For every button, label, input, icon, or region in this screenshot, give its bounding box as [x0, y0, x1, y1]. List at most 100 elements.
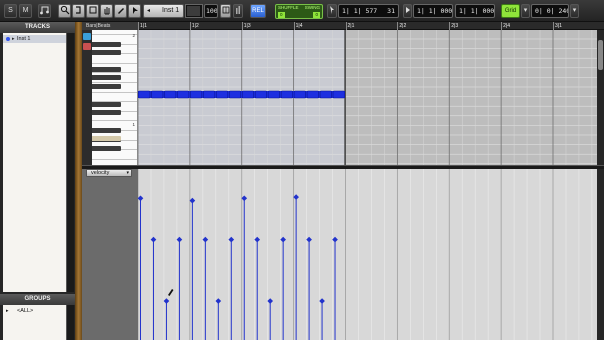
groups-scrollbar[interactable]: [66, 305, 74, 340]
midi-note: [164, 90, 177, 99]
black-key[interactable]: [92, 67, 121, 72]
bars-beats-ruler[interactable]: 1|1 1|2 1|3 1|4 2|1 2|2 2|3 2|4 3|1: [138, 22, 604, 30]
white-key[interactable]: [92, 62, 137, 64]
rel-chip-button[interactable]: REL: [250, 4, 266, 18]
group-expand-icon: ▸: [6, 308, 9, 314]
grabber-tool-button[interactable]: [100, 4, 113, 18]
notes-view-button[interactable]: [38, 4, 51, 18]
shuffle-value: 0: [278, 11, 285, 18]
lane-type-selector[interactable]: velocity: [86, 169, 132, 177]
start-counter[interactable]: 1| 1| 000: [413, 4, 453, 18]
white-key[interactable]: [92, 120, 137, 122]
chevron-down-icon: ▾: [572, 7, 577, 14]
velocity-value[interactable]: 100: [204, 4, 218, 18]
midi-note: [280, 90, 293, 99]
track-arrow-icon: ◂: [147, 8, 151, 14]
mute-button[interactable]: M: [19, 4, 32, 18]
highlighted-key[interactable]: [92, 136, 121, 141]
solo-button[interactable]: S: [4, 4, 17, 18]
velocity-slider[interactable]: [185, 4, 203, 18]
nudge-dropdown-button[interactable]: ▾: [570, 4, 579, 18]
cursor-icon: [330, 6, 334, 14]
grid-mode-button[interactable]: Grid: [501, 4, 520, 18]
velocity-grid-button[interactable]: [220, 4, 231, 18]
black-key[interactable]: [92, 102, 121, 107]
pencil-tool-button[interactable]: [114, 4, 127, 18]
midi-note: [177, 90, 190, 99]
selector-tool-button[interactable]: [86, 4, 99, 18]
note-grid[interactable]: [138, 30, 597, 165]
group-row-all[interactable]: ▸ <ALL>: [3, 307, 66, 315]
midi-note: [332, 90, 345, 99]
tracks-title: TRACKS: [0, 22, 75, 33]
grid-dropdown-button[interactable]: ▾: [521, 4, 530, 18]
selector-icon: [89, 6, 96, 14]
level-icon: [236, 6, 240, 14]
midi-note: [293, 90, 306, 99]
tracks-scrollbar[interactable]: [66, 33, 74, 292]
start-arrow-button[interactable]: [403, 4, 412, 18]
swing-value: 0: [313, 11, 320, 18]
music-note-icon: [40, 6, 49, 15]
note-side-strip: [82, 30, 92, 165]
black-key[interactable]: [92, 84, 121, 89]
groups-title: GROUPS: [0, 294, 75, 305]
ruler-tick: 2|2: [397, 22, 407, 30]
smart-tool-icon: [132, 7, 138, 14]
shuffle-swing-box[interactable]: SHUFFLE SWING 00: [275, 4, 323, 19]
wood-edge: [75, 22, 82, 340]
white-key[interactable]: [92, 34, 137, 35]
nudge-counter[interactable]: 0| 0| 240: [531, 4, 569, 18]
toolbar: S M ◂ Inst 1 100 REL SHUFFLE SWING 0 0 1…: [0, 0, 604, 22]
track-active-dot-icon: [6, 37, 10, 41]
arrow-right-icon: [405, 7, 410, 13]
midi-note: [203, 90, 216, 99]
record-icon[interactable]: [83, 43, 91, 50]
zoom-tool-button[interactable]: [58, 4, 71, 18]
midi-note: [151, 90, 164, 99]
ruler-tick: 1|4: [293, 22, 303, 30]
track-selector[interactable]: ◂ Inst 1: [143, 4, 184, 18]
scroll-thumb[interactable]: [598, 40, 603, 70]
chevron-down-icon: ▾: [523, 7, 528, 14]
velocity-lane[interactable]: [138, 169, 597, 340]
white-key[interactable]: [92, 82, 137, 83]
smart-tool-button[interactable]: [128, 4, 141, 18]
track-row-inst1[interactable]: ▸ Inst 1: [3, 35, 66, 43]
white-key[interactable]: [92, 72, 137, 74]
black-key[interactable]: [92, 110, 121, 115]
note-view-icon[interactable]: [83, 33, 91, 40]
midi-note: [228, 90, 242, 99]
black-key[interactable]: [92, 75, 121, 80]
velocity-lane-scrollbar[interactable]: [597, 169, 604, 340]
ruler-tick: 1|2: [189, 22, 199, 30]
trim-tool-button[interactable]: [72, 4, 85, 18]
ruler-tick: 2|3: [449, 22, 459, 30]
white-key[interactable]: [92, 158, 137, 160]
cursor-arrow-button[interactable]: [327, 4, 337, 18]
velocity-canvas: [138, 169, 597, 340]
velocity-slider-fill: [187, 6, 200, 16]
midi-note: [254, 90, 267, 99]
white-key[interactable]: [92, 91, 137, 93]
piano-keyboard[interactable]: 21: [92, 30, 138, 165]
note-grid-scrollbar[interactable]: [597, 30, 604, 165]
velocity-bg: [138, 169, 597, 340]
track-name: Inst 1: [17, 36, 31, 42]
end-counter[interactable]: 1| 1| 000: [455, 4, 495, 18]
black-key[interactable]: [92, 128, 121, 133]
midi-note: [306, 90, 319, 99]
group-name: <ALL>: [17, 308, 34, 314]
black-key[interactable]: [92, 146, 121, 151]
grid-icon: [222, 6, 229, 14]
midi-note: [267, 90, 280, 99]
tracks-list: [3, 33, 66, 292]
ruler-tick: 3|1: [553, 22, 562, 30]
level-meter-button[interactable]: [233, 4, 243, 18]
trim-icon: [75, 6, 81, 14]
black-key[interactable]: [92, 50, 121, 55]
midi-editor-window: S M ◂ Inst 1 100 REL SHUFFLE SWING 0 0 1…: [0, 0, 604, 340]
black-key[interactable]: [92, 42, 121, 47]
main-counter[interactable]: 1| 1| 577 31: [338, 4, 399, 18]
midi-note: [216, 90, 229, 99]
